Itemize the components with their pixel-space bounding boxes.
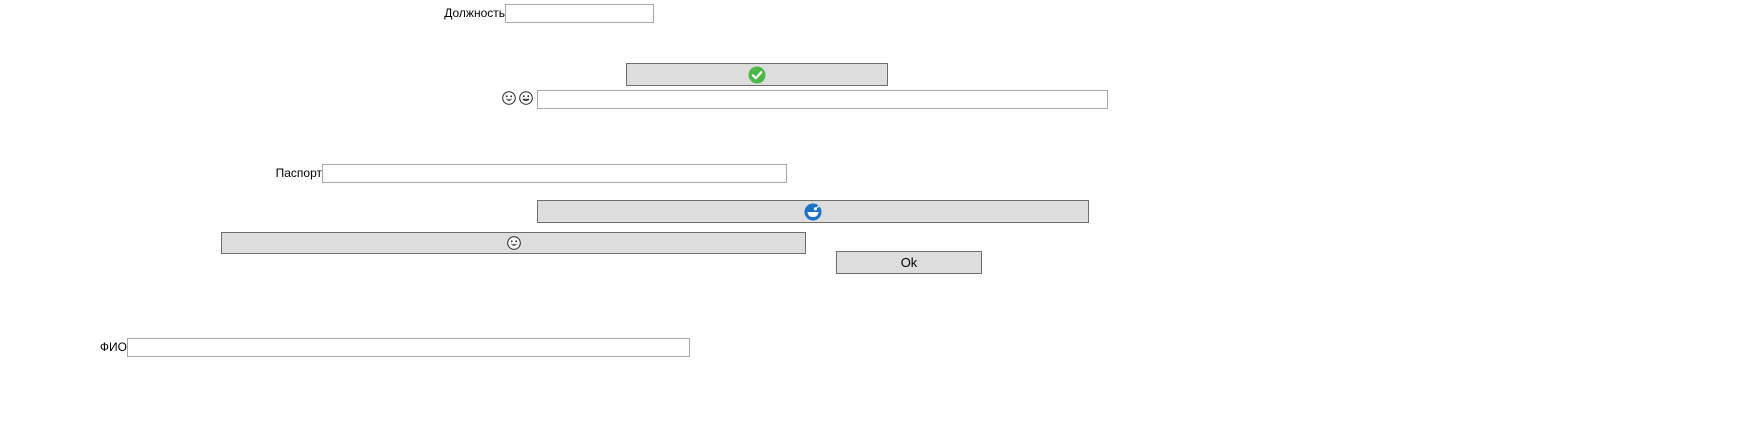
grinning-face-icon (502, 91, 516, 105)
emoji-label-group (502, 91, 533, 105)
confirm-button[interactable] (626, 63, 888, 86)
grinning-face-icon (506, 236, 521, 250)
fullname-label: ФИО (99, 340, 127, 354)
position-field[interactable] (505, 4, 654, 23)
bowl-smile-icon (804, 203, 822, 221)
passport-label: Паспорт (275, 166, 322, 180)
smiling-face-icon (519, 91, 533, 105)
checkmark-circle-icon (748, 66, 766, 84)
emoji-button[interactable] (221, 232, 806, 254)
blue-icon-button[interactable] (537, 200, 1089, 223)
fullname-field[interactable] (127, 338, 690, 357)
ok-button[interactable]: Ok (836, 251, 982, 274)
emoji-row-field[interactable] (537, 90, 1108, 109)
passport-field[interactable] (322, 164, 787, 183)
position-label: Должность (444, 6, 505, 20)
